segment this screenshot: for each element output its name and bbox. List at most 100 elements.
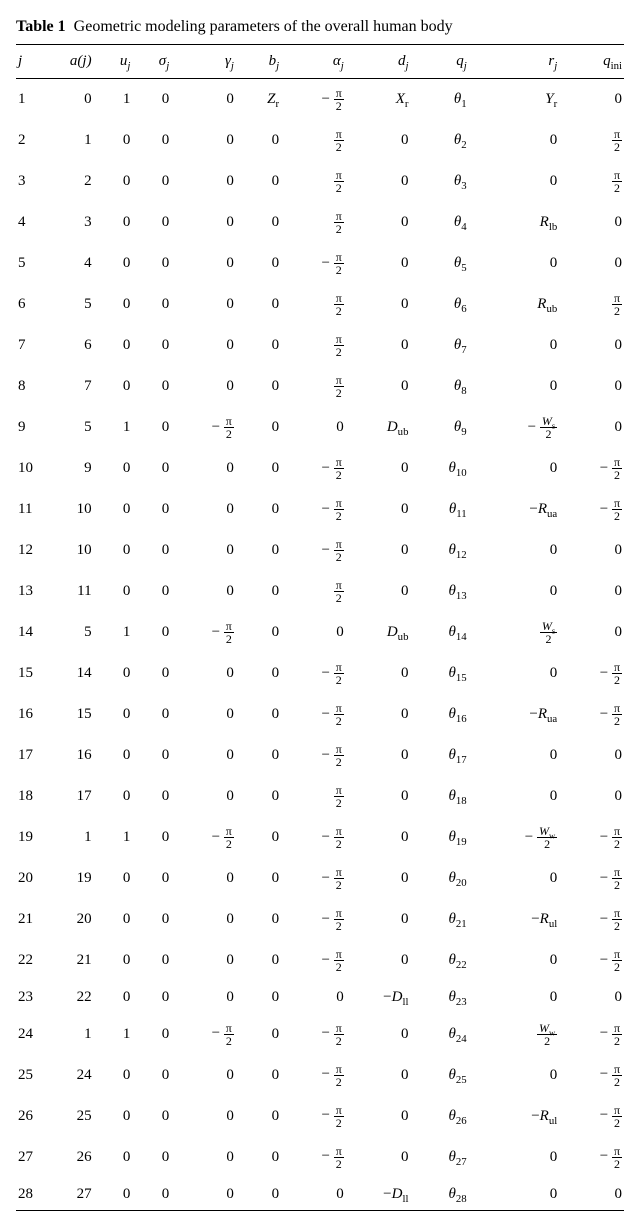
cell-dj: 0 [346, 202, 411, 243]
cell-bj: 0 [236, 571, 281, 612]
cell-gamj: 0 [171, 899, 236, 940]
cell-rj: − Ws2 [469, 407, 560, 448]
cell-qini: − π2 [559, 489, 624, 530]
cell-dj: 0 [346, 571, 411, 612]
cell-j: 18 [16, 776, 48, 817]
cell-sigj: 0 [132, 489, 171, 530]
cell-aj: 2 [48, 161, 93, 202]
table-row: 760000π20θ700 [16, 325, 624, 366]
cell-gamj: 0 [171, 1137, 236, 1178]
table-row: 540000− π20θ500 [16, 243, 624, 284]
cell-qj: θ23 [410, 981, 468, 1014]
table-row: 1090000− π20θ100− π2 [16, 448, 624, 489]
cell-uj: 0 [94, 1137, 133, 1178]
cell-uj: 0 [94, 571, 133, 612]
cell-sigj: 0 [132, 940, 171, 981]
table-row: 12100000− π20θ1200 [16, 530, 624, 571]
cell-sigj: 0 [132, 120, 171, 161]
cell-uj: 0 [94, 735, 133, 776]
cell-alpj: − π2 [281, 694, 346, 735]
cell-uj: 0 [94, 940, 133, 981]
table-row: 210000π20θ20π2 [16, 120, 624, 161]
cell-aj: 9 [48, 448, 93, 489]
cell-aj: 0 [48, 79, 93, 121]
col-header-qini: qini [559, 45, 624, 79]
cell-j: 13 [16, 571, 48, 612]
cell-gamj: 0 [171, 1178, 236, 1211]
cell-rj: 0 [469, 735, 560, 776]
cell-dj: 0 [346, 1055, 411, 1096]
cell-bj: 0 [236, 940, 281, 981]
cell-j: 8 [16, 366, 48, 407]
cell-sigj: 0 [132, 243, 171, 284]
cell-qj: θ22 [410, 940, 468, 981]
cell-qj: θ19 [410, 817, 468, 858]
cell-j: 5 [16, 243, 48, 284]
cell-dj: Dub [346, 612, 411, 653]
table-row: 650000π20θ6Rubπ2 [16, 284, 624, 325]
cell-dj: 0 [346, 325, 411, 366]
cell-dj: 0 [346, 735, 411, 776]
table-row: 11100000− π20θ11−Rua− π2 [16, 489, 624, 530]
cell-qj: θ2 [410, 120, 468, 161]
cell-j: 6 [16, 284, 48, 325]
cell-gamj: 0 [171, 284, 236, 325]
cell-j: 14 [16, 612, 48, 653]
cell-j: 4 [16, 202, 48, 243]
cell-sigj: 0 [132, 858, 171, 899]
cell-dj: 0 [346, 530, 411, 571]
cell-dj: −Dll [346, 981, 411, 1014]
cell-gamj: − π2 [171, 612, 236, 653]
cell-uj: 0 [94, 202, 133, 243]
cell-aj: 6 [48, 325, 93, 366]
cell-aj: 5 [48, 407, 93, 448]
cell-qj: θ1 [410, 79, 468, 121]
cell-rj: −Rua [469, 489, 560, 530]
cell-j: 17 [16, 735, 48, 776]
cell-alpj: 0 [281, 612, 346, 653]
cell-qj: θ5 [410, 243, 468, 284]
cell-dj: 0 [346, 694, 411, 735]
cell-j: 24 [16, 1014, 48, 1055]
cell-j: 12 [16, 530, 48, 571]
cell-aj: 21 [48, 940, 93, 981]
cell-gamj: 0 [171, 202, 236, 243]
cell-bj: 0 [236, 1137, 281, 1178]
cell-aj: 1 [48, 817, 93, 858]
cell-dj: 0 [346, 489, 411, 530]
cell-bj: 0 [236, 284, 281, 325]
table-label: Table 1 [16, 18, 66, 35]
col-header-aj: a(j) [48, 45, 93, 79]
cell-bj: 0 [236, 694, 281, 735]
cell-qj: θ8 [410, 366, 468, 407]
cell-uj: 0 [94, 899, 133, 940]
table-row: 27260000− π20θ270− π2 [16, 1137, 624, 1178]
parameters-table: j a(j) uj σj γj bj αj dj qj rj qini 1010… [16, 44, 624, 1211]
cell-rj: 0 [469, 940, 560, 981]
cell-gamj: 0 [171, 489, 236, 530]
cell-alpj: − π2 [281, 1096, 346, 1137]
cell-dj: 0 [346, 1137, 411, 1178]
cell-aj: 1 [48, 120, 93, 161]
cell-alpj: π2 [281, 776, 346, 817]
table-caption: Table 1 Geometric modeling parameters of… [16, 18, 624, 36]
cell-qini: 0 [559, 735, 624, 776]
col-header-sigj: σj [132, 45, 171, 79]
cell-uj: 1 [94, 407, 133, 448]
cell-rj: Rlb [469, 202, 560, 243]
cell-j: 10 [16, 448, 48, 489]
cell-bj: 0 [236, 120, 281, 161]
cell-sigj: 0 [132, 899, 171, 940]
col-header-dj: dj [346, 45, 411, 79]
cell-j: 22 [16, 940, 48, 981]
table-row: 9510− π200Dubθ9− Ws20 [16, 407, 624, 448]
cell-sigj: 0 [132, 735, 171, 776]
col-header-gamj: γj [171, 45, 236, 79]
cell-alpj: π2 [281, 284, 346, 325]
cell-gamj: 0 [171, 571, 236, 612]
cell-qj: θ13 [410, 571, 468, 612]
cell-bj: 0 [236, 612, 281, 653]
cell-j: 15 [16, 653, 48, 694]
cell-bj: 0 [236, 161, 281, 202]
cell-uj: 0 [94, 776, 133, 817]
